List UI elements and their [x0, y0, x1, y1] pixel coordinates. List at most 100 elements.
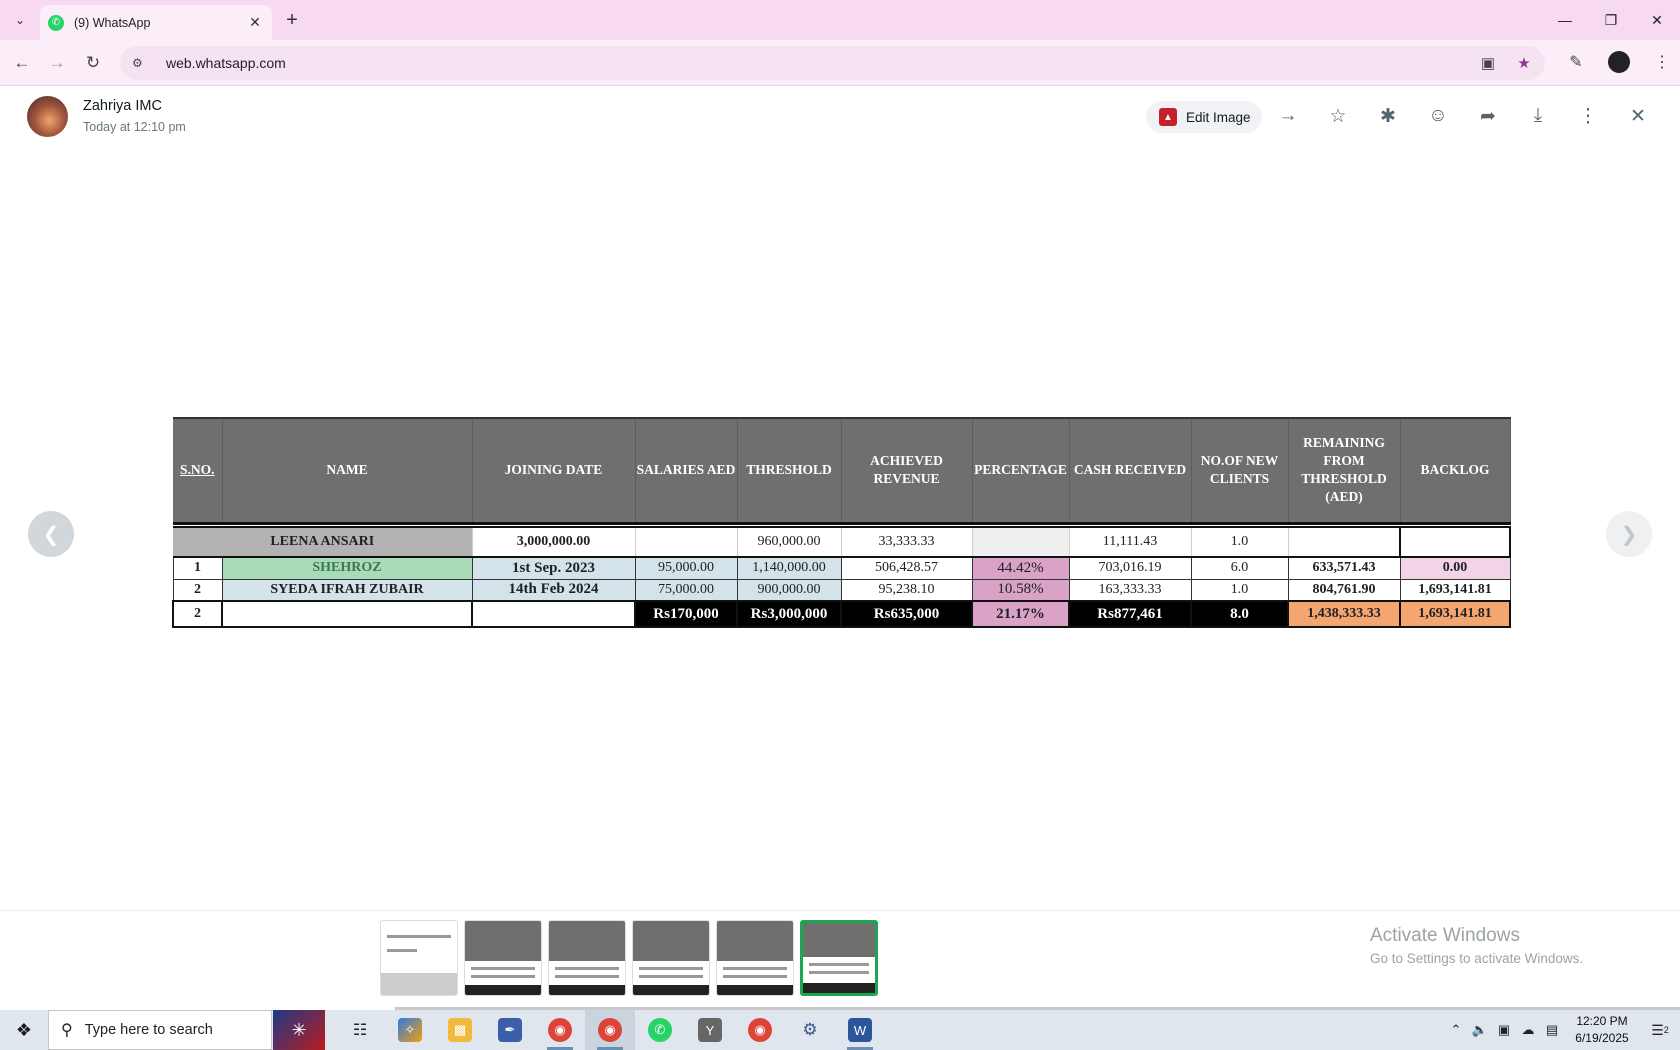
leena-achieved: 33,333.33	[841, 526, 973, 558]
clock-date: 6/19/2025	[1575, 1031, 1629, 1045]
row-achieved: 506,428.57	[840, 556, 973, 580]
restore-icon[interactable]: ❐	[1588, 0, 1634, 40]
tab-search-chevron-icon[interactable]: ⌄	[8, 9, 32, 31]
react-emoji-icon[interactable]: ☺	[1426, 104, 1450, 128]
pin-icon[interactable]: ✱	[1376, 104, 1400, 128]
row-backlog: 0.00	[1399, 556, 1511, 580]
total-achieved: Rs635,000	[840, 600, 973, 628]
previous-media-button[interactable]: ❮	[28, 511, 74, 557]
edit-image-label: Edit Image	[1186, 109, 1251, 125]
leena-salary	[635, 526, 738, 558]
media-thumbnail[interactable]	[548, 920, 626, 996]
forward-icon[interactable]: ➦	[1476, 104, 1500, 128]
app-y-icon[interactable]: Y	[685, 1010, 735, 1050]
media-thumbnail-active[interactable]	[800, 920, 878, 996]
total-name	[221, 600, 473, 628]
total-threshold: Rs3,000,000	[736, 600, 842, 628]
row-salary: 95,000.00	[634, 556, 738, 580]
network-icon[interactable]: ▤	[1540, 1022, 1564, 1038]
url-text: web.whatsapp.com	[166, 55, 286, 71]
profile-avatar[interactable]	[1608, 51, 1630, 73]
media-thumbnail[interactable]	[464, 920, 542, 996]
header-joining-date: JOINING DATE	[472, 417, 636, 525]
speaker-muted-icon[interactable]: 🔈	[1468, 1022, 1492, 1038]
address-bar[interactable]: ⚙ web.whatsapp.com ▣ ★	[120, 46, 1545, 80]
search-highlight-icon[interactable]: ✳	[273, 1010, 325, 1050]
total-salary: Rs170,000	[634, 600, 738, 628]
next-media-button[interactable]: ❯	[1606, 511, 1652, 557]
media-image-spreadsheet: S.NO. NAME JOINING DATE SALARIES AED THR…	[172, 417, 1511, 634]
close-window-icon[interactable]: ✕	[1634, 0, 1680, 40]
onedrive-icon[interactable]: ☁	[1516, 1022, 1540, 1038]
leena-percentage	[972, 526, 1070, 558]
row-threshold: 1,140,000.00	[736, 556, 842, 580]
chrome-alt-icon[interactable]: ◉	[735, 1010, 785, 1050]
install-app-icon[interactable]: ▣	[1477, 52, 1499, 74]
extensions-puzzle-icon[interactable]: ✎	[1566, 52, 1586, 72]
sender-avatar[interactable]	[27, 96, 68, 137]
table-row: LEENA ANSARI 3,000,000.00 960,000.00 33,…	[173, 526, 1511, 558]
windows-start-icon[interactable]: ❖	[0, 1010, 48, 1050]
whatsapp-icon[interactable]: ✆	[635, 1010, 685, 1050]
table-row: 1 SHEHROZ 1st Sep. 2023 95,000.00 1,140,…	[172, 556, 1511, 580]
new-tab-plus-icon[interactable]: +	[281, 9, 303, 31]
total-joining	[471, 600, 636, 628]
media-thumbnail[interactable]	[632, 920, 710, 996]
task-view-icon[interactable]: ☷	[335, 1010, 385, 1050]
table-total-row: 2 Rs170,000 Rs3,000,000 Rs635,000 21.17%…	[172, 600, 1511, 628]
bookmark-star-icon[interactable]: ★	[1513, 52, 1535, 74]
app-pen-icon[interactable]: ✒	[485, 1010, 535, 1050]
chevron-left-icon: ❮	[42, 523, 60, 546]
word-icon[interactable]: W	[835, 1010, 885, 1050]
row-cash: 703,016.19	[1068, 556, 1192, 580]
chrome-icon[interactable]: ◉	[535, 1010, 585, 1050]
star-icon[interactable]: ☆	[1326, 104, 1350, 128]
close-viewer-icon[interactable]: ✕	[1626, 104, 1650, 128]
media-thumbnail[interactable]	[380, 920, 458, 996]
header-backlog: BACKLOG	[1400, 417, 1511, 525]
browser-tab-whatsapp[interactable]: ✆ (9) WhatsApp ✕	[40, 5, 272, 40]
minimize-icon[interactable]: —	[1542, 0, 1588, 40]
chrome-profile-icon[interactable]: ◉	[585, 1010, 635, 1050]
taskbar-clock[interactable]: 12:20 PM 6/19/2025	[1564, 1013, 1640, 1047]
search-icon: ⚲	[61, 1022, 73, 1039]
tray-chevron-up-icon[interactable]: ⌃	[1444, 1022, 1468, 1038]
back-arrow-icon[interactable]: ←	[10, 51, 34, 75]
row-threshold: 900,000.00	[736, 578, 842, 602]
file-explorer-icon[interactable]: ▩	[435, 1010, 485, 1050]
notification-center-icon[interactable]: ☰ 2	[1640, 1010, 1680, 1050]
settings-gear-icon[interactable]: ⚙	[785, 1010, 835, 1050]
meet-now-icon[interactable]: ▣	[1492, 1022, 1516, 1038]
tab-close-icon[interactable]: ✕	[246, 14, 264, 31]
total-backlog: 1,693,141.81	[1399, 600, 1511, 628]
header-name: NAME	[222, 417, 473, 525]
download-icon[interactable]: ⤓	[1526, 104, 1550, 128]
row-percentage: 10.58%	[971, 578, 1070, 602]
forward-arrow-icon[interactable]: →	[45, 51, 69, 75]
row-achieved: 95,238.10	[840, 578, 973, 602]
taskbar-search[interactable]: ⚲ Type here to search	[48, 1010, 272, 1050]
media-thumbnail[interactable]	[716, 920, 794, 996]
leena-clients: 1.0	[1191, 526, 1289, 558]
go-to-message-arrow-icon[interactable]: →	[1276, 104, 1300, 128]
leena-joining: 3,000,000.00	[472, 526, 636, 558]
total-cash: Rs877,461	[1068, 600, 1192, 628]
row-clients: 1.0	[1190, 578, 1289, 602]
row-sno: 1	[172, 556, 223, 580]
browser-menu-icon[interactable]: ⋮	[1652, 52, 1672, 72]
total-sno: 2	[172, 600, 223, 628]
leena-cash: 11,111.43	[1069, 526, 1192, 558]
media-thumbnail-strip: Activate Windows Go to Settings to activ…	[0, 910, 1680, 1011]
row-backlog: 1,693,141.81	[1399, 578, 1511, 602]
more-options-icon[interactable]: ⋮	[1576, 104, 1600, 128]
copilot-icon[interactable]: ✧	[385, 1010, 435, 1050]
site-info-icon[interactable]: ⚙	[132, 56, 156, 70]
window-controls: — ❐ ✕	[1542, 0, 1680, 40]
edit-image-button[interactable]: ▲ Edit Image	[1146, 101, 1262, 133]
reload-icon[interactable]: ↻	[81, 51, 105, 75]
row-name: SHEHROZ	[221, 556, 473, 580]
total-clients: 8.0	[1190, 600, 1289, 628]
row-remaining: 804,761.90	[1287, 578, 1401, 602]
whatsapp-favicon-icon: ✆	[48, 14, 64, 31]
sent-time: Today at 12:10 pm	[83, 120, 186, 134]
